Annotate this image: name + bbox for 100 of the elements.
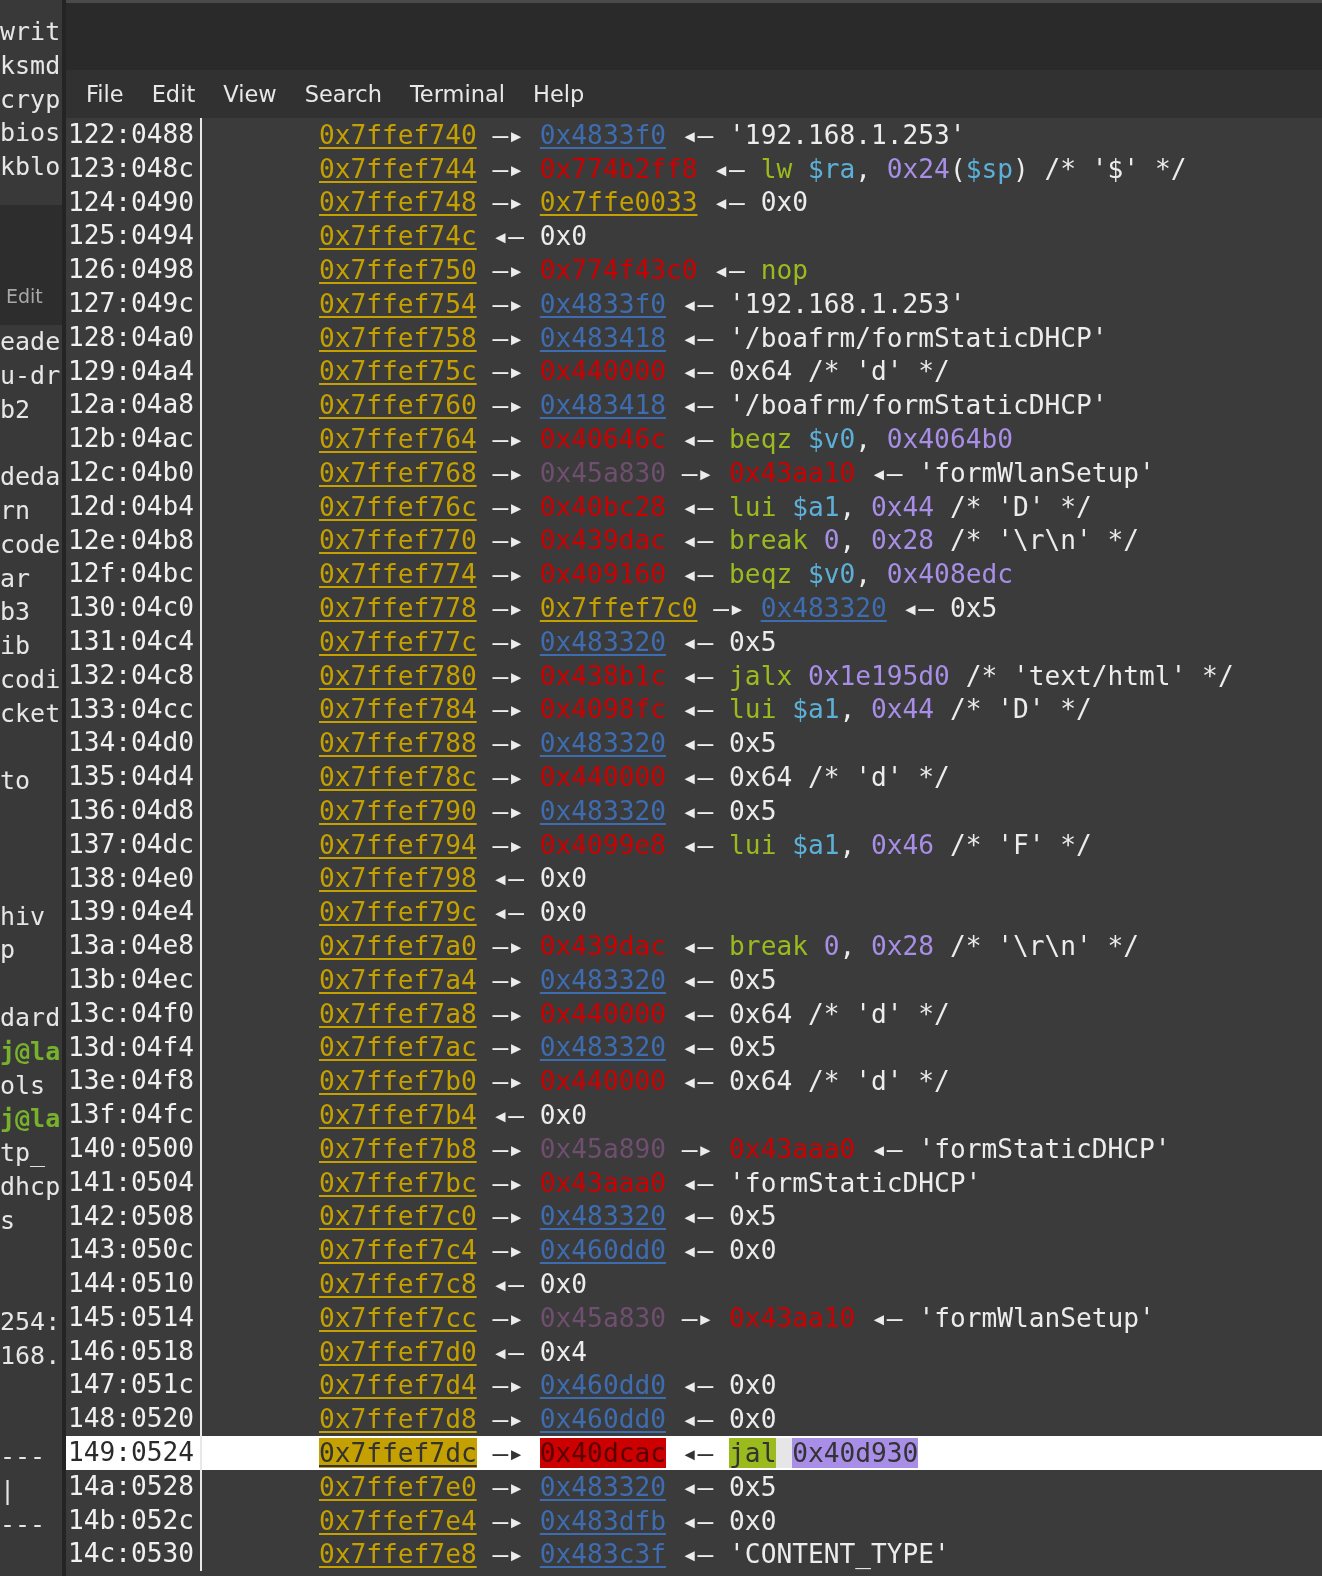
stack-address[interactable]: 0x7ffef788 [319, 728, 477, 759]
code-address: 0x440000 [539, 762, 666, 793]
terminal-line: ksmd [0, 49, 62, 82]
stack-address[interactable]: 0x7ffef7b0 [319, 1066, 477, 1097]
stack-address[interactable]: 0x7ffef77c [319, 626, 477, 657]
row-offset: 145:0514 [66, 1300, 202, 1335]
pointer-arrow: ◂— [681, 626, 714, 657]
pointer-arrow: —▸ [492, 1235, 524, 1266]
terminal-line: code [0, 528, 62, 561]
stack-address[interactable]: 0x7ffef744 [319, 153, 477, 184]
pointer-arrow: —▸ [681, 1133, 714, 1164]
stack-address[interactable]: 0x7ffef79c [319, 897, 477, 928]
pointer-arrow: ◂— [681, 1066, 714, 1097]
stack-address[interactable]: 0x7ffef75c [319, 356, 477, 387]
stack-address[interactable]: 0x7ffef7a8 [319, 998, 477, 1029]
stack-address[interactable]: 0x7ffef7bc [319, 1167, 477, 1198]
prompt-text: j@la [0, 1035, 62, 1068]
stack-address[interactable]: 0x7ffef798 [319, 863, 477, 894]
stack-address[interactable]: 0x7ffef7d0 [319, 1336, 477, 1367]
value-text: 0x5 [729, 626, 777, 657]
pointer-arrow: ◂— [492, 1100, 524, 1130]
menu-item[interactable]: Search [290, 77, 396, 111]
stack-address[interactable]: 0x7ffef784 [319, 694, 477, 725]
pointer-arrow: ◂— [681, 998, 714, 1029]
pointer-arrow: —▸ [492, 728, 524, 759]
terminal-line: b3 [0, 596, 32, 629]
stack-address[interactable]: 0x7ffef7c0 [539, 593, 698, 624]
stack-address[interactable]: 0x7ffef760 [319, 390, 477, 421]
terminal-line: ols [0, 1069, 47, 1102]
row-offset: 138:04e0 [66, 861, 202, 896]
value-text: 0x5 [729, 795, 777, 826]
pointer-arrow: —▸ [492, 762, 524, 793]
stack-address[interactable]: 0x7ffef748 [319, 187, 477, 218]
stack-address[interactable]: 0x7ffef7a0 [319, 931, 477, 961]
stack-address[interactable]: 0x7ffef7b8 [319, 1133, 477, 1164]
stack-address[interactable]: 0x7ffef7b4 [319, 1100, 477, 1130]
value-text: 0x0 [539, 863, 588, 894]
pointer-arrow: —▸ [492, 795, 524, 826]
value-text: 0x0 [539, 221, 588, 252]
stack-address[interactable]: 0x7ffef790 [319, 795, 477, 826]
terminal-line: 168. [0, 1339, 62, 1372]
terminal-line: to [0, 765, 32, 798]
stack-address[interactable]: 0x7ffef758 [319, 322, 477, 353]
menu-item[interactable]: Help [519, 77, 599, 111]
row-offset: 134:04d0 [66, 726, 202, 761]
code-address: 0x409160 [539, 559, 666, 590]
stack-address[interactable]: 0x7ffef754 [319, 288, 477, 319]
pointer-arrow: ◂— [681, 829, 714, 860]
stack-address[interactable]: 0x7ffef750 [319, 255, 477, 286]
stack-address[interactable]: 0x7ffef7e8 [319, 1539, 477, 1570]
stack-address[interactable]: 0x7ffef7ac [319, 1032, 477, 1063]
stack-address[interactable]: 0x7ffe0033 [539, 187, 698, 218]
value-text: 'formStaticDHCP' [729, 1167, 982, 1198]
stack-address[interactable]: 0x7ffef778 [319, 593, 477, 624]
pointer-arrow: ◂— [492, 897, 524, 928]
pointer-arrow: —▸ [492, 964, 524, 995]
stack-address[interactable]: 0x7ffef74c [319, 221, 477, 252]
stack-address[interactable]: 0x7ffef7e4 [319, 1505, 477, 1536]
terminal-line: writ [0, 16, 62, 48]
pointer-arrow: ◂— [871, 1302, 903, 1333]
stack-address[interactable]: 0x7ffef7c0 [319, 1201, 477, 1232]
code-address: 0x43aaa0 [729, 1133, 856, 1164]
stack-address[interactable]: 0x7ffef774 [319, 559, 477, 590]
menu-item[interactable]: View [209, 77, 291, 111]
stack-address[interactable]: 0x7ffef7c4 [319, 1235, 477, 1266]
stack-address[interactable]: 0x7ffef7c8 [319, 1269, 477, 1299]
stack-address[interactable]: 0x7ffef770 [319, 525, 477, 556]
menu-item[interactable]: Edit [137, 77, 210, 111]
pointer-arrow: —▸ [492, 1471, 524, 1502]
terminal-line: --- [0, 1441, 47, 1474]
value-text: 0x5 [729, 1032, 777, 1063]
value-text: 0x0 [539, 1269, 588, 1299]
row-offset: 126:0498 [66, 253, 202, 287]
pointer-arrow: ◂— [492, 221, 524, 252]
pointer-arrow: ◂— [681, 795, 714, 826]
pointer-arrow: ◂— [713, 153, 745, 184]
pointer-arrow: —▸ [492, 931, 524, 961]
row-offset: 12a:04a8 [66, 388, 202, 423]
pointer-arrow: ◂— [681, 356, 714, 387]
value-text: 'formWlanSetup' [918, 1302, 1155, 1333]
stack-address[interactable]: 0x7ffef7cc [319, 1302, 477, 1333]
stack-address[interactable]: 0x7ffef794 [319, 829, 477, 860]
row-offset: 130:04c0 [66, 591, 202, 625]
stack-address[interactable]: 0x7ffef780 [319, 660, 477, 691]
menu-item[interactable]: File [72, 77, 138, 111]
menu-item[interactable]: Terminal [395, 77, 520, 111]
stack-address[interactable]: 0x7ffef768 [319, 457, 477, 488]
menu-item[interactable]: Edit [6, 285, 43, 307]
stack-address[interactable]: 0x7ffef7e0 [319, 1471, 477, 1502]
instruction-text: nop [760, 255, 808, 286]
stack-address[interactable]: 0x7ffef7dc [319, 1437, 477, 1468]
stack-address[interactable]: 0x7ffef7d8 [319, 1404, 477, 1435]
pointer-arrow: —▸ [492, 1539, 524, 1570]
value-text: 0x0 [729, 1404, 777, 1435]
stack-address[interactable]: 0x7ffef76c [319, 491, 477, 522]
stack-address[interactable]: 0x7ffef740 [319, 119, 477, 150]
stack-address[interactable]: 0x7ffef7a4 [319, 964, 477, 995]
stack-address[interactable]: 0x7ffef764 [319, 424, 477, 455]
stack-address[interactable]: 0x7ffef7d4 [319, 1370, 477, 1401]
stack-address[interactable]: 0x7ffef78c [319, 762, 477, 793]
